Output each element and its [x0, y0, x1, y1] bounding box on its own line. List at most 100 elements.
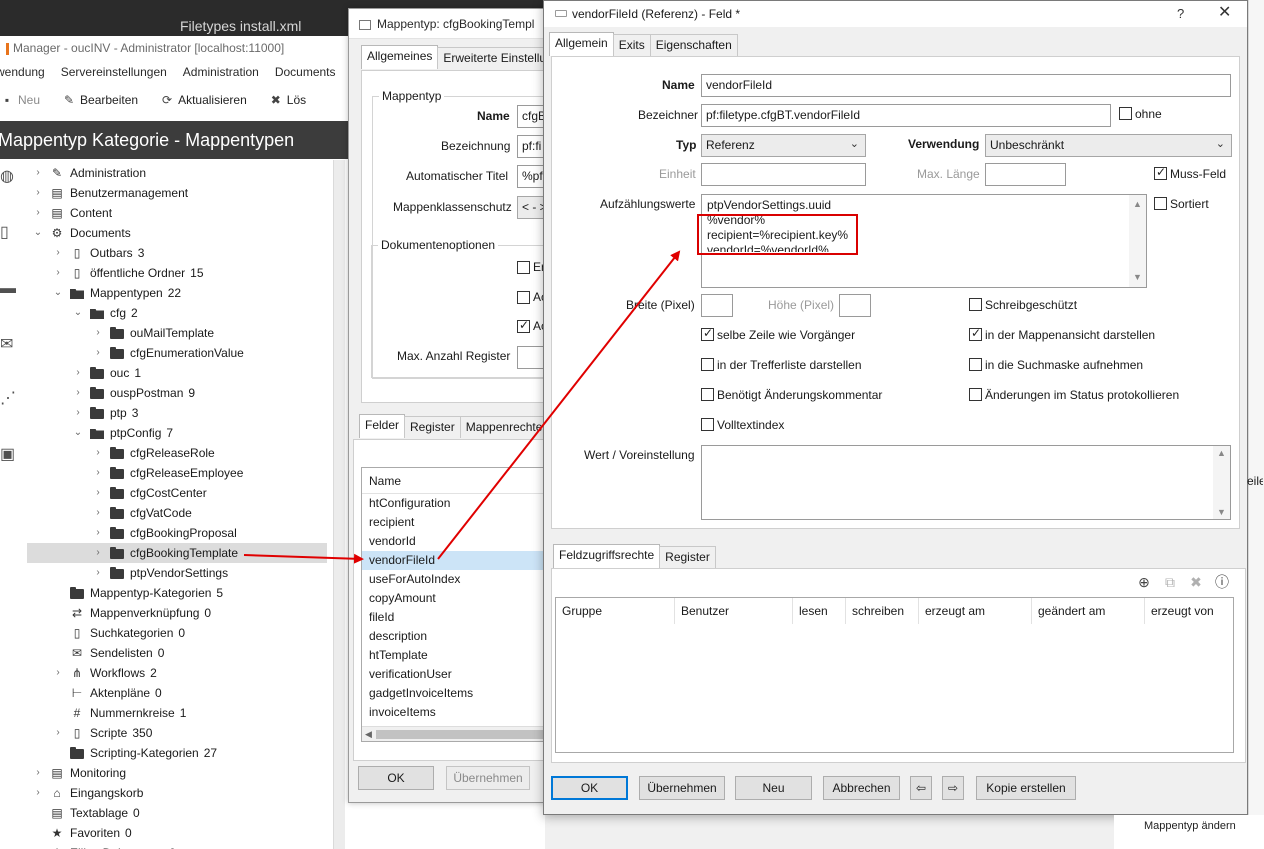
list-item[interactable]: useForAutoIndex	[362, 570, 545, 589]
tab-feldzugriffsrechte[interactable]: Feldzugriffsrechte	[553, 544, 661, 568]
tree-item[interactable]: ⌄ Mappentypen 22	[20, 283, 330, 303]
close-icon[interactable]: ✕	[1218, 1, 1231, 25]
chevron-right-icon[interactable]: ›	[92, 323, 104, 343]
chevron-right-icon[interactable]: ›	[52, 243, 64, 263]
help-icon[interactable]: ?	[1177, 2, 1184, 26]
delete-icon[interactable]: ✖	[1188, 574, 1204, 590]
tree-item[interactable]: › cfgBookingProposal	[20, 523, 330, 543]
tree-item[interactable]: › ouc 1	[20, 363, 330, 383]
tab-rights-register[interactable]: Register	[659, 546, 716, 568]
tree-item[interactable]: › cfgBookingTemplate	[27, 543, 327, 563]
column-gruppe[interactable]: Gruppe	[556, 598, 675, 624]
tree-item[interactable]: ★ Favoriten 0	[20, 823, 330, 843]
network-icon[interactable]: ⋰	[0, 388, 16, 410]
chevron-down-icon[interactable]: ⌄	[72, 423, 84, 443]
tree-item[interactable]: › ▯ öffentliche Ordner 15	[20, 263, 330, 283]
menu-documents[interactable]: Documents	[275, 61, 336, 83]
breite-input[interactable]	[701, 294, 733, 317]
list-item[interactable]: copyAmount	[362, 589, 545, 608]
list-item[interactable]: invoiceItems	[362, 703, 545, 722]
wert-scrollbar[interactable]: ▲ ▼	[1213, 446, 1230, 519]
tree-item[interactable]: › cfgCostCenter	[20, 483, 330, 503]
folder-icon[interactable]: ▬	[0, 278, 16, 300]
tree-item[interactable]: ⌄ ptpConfig 7	[20, 423, 330, 443]
tree-item[interactable]: Mappentyp-Kategorien 5	[20, 583, 330, 603]
ohne-checkbox[interactable]	[1119, 107, 1132, 120]
document-icon[interactable]: ▯	[0, 222, 14, 244]
tree-item[interactable]: ⌄ cfg 2	[20, 303, 330, 323]
tree-item[interactable]: ⇄ Mappenverknüpfung 0	[20, 603, 330, 623]
list-item[interactable]: htConfiguration	[362, 494, 545, 513]
column-erzeugt-am[interactable]: erzeugt am	[919, 598, 1032, 624]
chevron-right-icon[interactable]: ›	[92, 463, 104, 483]
wert-textarea[interactable]	[701, 445, 1231, 520]
tab-exits[interactable]: Exits	[612, 34, 651, 56]
add-icon[interactable]: ⊕	[1136, 574, 1152, 590]
tree-item[interactable]: # Nummernkreise 1	[20, 703, 330, 723]
chevron-right-icon[interactable]: ›	[32, 783, 44, 803]
chevron-right-icon[interactable]: ›	[32, 203, 44, 223]
tree-item[interactable]: ⌄ ⚙ Documents	[20, 223, 330, 243]
volltextindex-checkbox[interactable]	[701, 418, 714, 431]
chevron-right-icon[interactable]: ›	[52, 263, 64, 283]
tree-item[interactable]: › ⋔ Workflows 2	[20, 663, 330, 683]
trefferliste-checkbox[interactable]	[701, 358, 714, 371]
tab-register[interactable]: Register	[404, 416, 461, 438]
max-laenge-input[interactable]	[985, 163, 1066, 186]
edit-icon[interactable]: ⧉	[1162, 574, 1178, 590]
list-item[interactable]: recipient	[362, 513, 545, 532]
hoehe-input[interactable]	[839, 294, 871, 317]
list-item[interactable]: htTemplate	[362, 646, 545, 665]
apply-button[interactable]: Übernehmen	[446, 766, 530, 790]
list-item[interactable]: gadgetInvoiceItems	[362, 684, 545, 703]
aenderungskommentar-checkbox[interactable]	[701, 388, 714, 401]
chevron-right-icon[interactable]: ›	[72, 383, 84, 403]
tree-item[interactable]: ▤ Textablage 0	[20, 803, 330, 823]
tree-item[interactable]: › cfgReleaseRole	[20, 443, 330, 463]
delete-button[interactable]: ✖ Lös	[269, 93, 306, 107]
new-button[interactable]: Neu	[735, 776, 812, 800]
chevron-right-icon[interactable]: ›	[32, 163, 44, 183]
chevron-right-icon[interactable]: ›	[72, 363, 84, 383]
menu-administration[interactable]: Administration	[183, 61, 259, 83]
chevron-right-icon[interactable]: ›	[72, 403, 84, 423]
list-item[interactable]: vendorId	[362, 532, 545, 551]
tree-item[interactable]: › ouspPostman 9	[20, 383, 330, 403]
menu-anwendung[interactable]: wendung	[0, 61, 45, 83]
info-icon[interactable]: ⓘ	[1214, 574, 1230, 590]
chevron-right-icon[interactable]: ›	[92, 343, 104, 363]
next-button[interactable]: ⇨	[942, 776, 964, 800]
suchmaske-checkbox[interactable]	[969, 358, 982, 371]
chevron-down-icon[interactable]: ⌄	[52, 283, 64, 303]
tree-item[interactable]: › ✎ Administration	[20, 163, 330, 183]
js-icon[interactable]: ▣	[0, 444, 15, 466]
tab-allgemeines[interactable]: Allgemeines	[361, 45, 439, 69]
tree-item[interactable]: › ouMailTemplate	[20, 323, 330, 343]
selbe-zeile-checkbox[interactable]	[701, 326, 714, 341]
typ-select[interactable]: Referenz ⌄	[701, 134, 866, 157]
column-lesen[interactable]: lesen	[793, 598, 846, 624]
chevron-right-icon[interactable]: ›	[92, 503, 104, 523]
tab-allgemein[interactable]: Allgemein	[549, 32, 614, 56]
previous-button[interactable]: ⇦	[910, 776, 932, 800]
chevron-right-icon[interactable]: ›	[32, 183, 44, 203]
column-benutzer[interactable]: Benutzer	[675, 598, 793, 624]
refresh-button[interactable]: ⟳ Aktualisieren	[160, 93, 247, 107]
tab-eigenschaften[interactable]: Eigenschaften	[649, 34, 738, 56]
tree-item[interactable]: !Eilige Dokumente0	[20, 843, 330, 849]
tree-item[interactable]: › ▤ Benutzermanagement	[20, 183, 330, 203]
edit-button[interactable]: ✎ Bearbeiten	[62, 93, 138, 107]
schreibgeschuetzt-checkbox[interactable]	[969, 298, 982, 311]
fields-list-hscroll[interactable]: ◀	[362, 726, 545, 741]
list-item[interactable]: verificationUser	[362, 665, 545, 684]
muss-feld-checkbox[interactable]	[1154, 165, 1167, 180]
ok-button[interactable]: OK	[358, 766, 434, 790]
tree-item[interactable]: Scripting-Kategorien 27	[20, 743, 330, 763]
column-schreiben[interactable]: schreiben	[846, 598, 919, 624]
tree-item[interactable]: › cfgVatCode	[20, 503, 330, 523]
tree-item[interactable]: › ▯ Scripte 350	[20, 723, 330, 743]
ok-button[interactable]: OK	[551, 776, 628, 800]
chevron-down-icon[interactable]: ⌄	[32, 223, 44, 243]
chevron-right-icon[interactable]: ›	[92, 483, 104, 503]
apply-button[interactable]: Übernehmen	[639, 776, 725, 800]
